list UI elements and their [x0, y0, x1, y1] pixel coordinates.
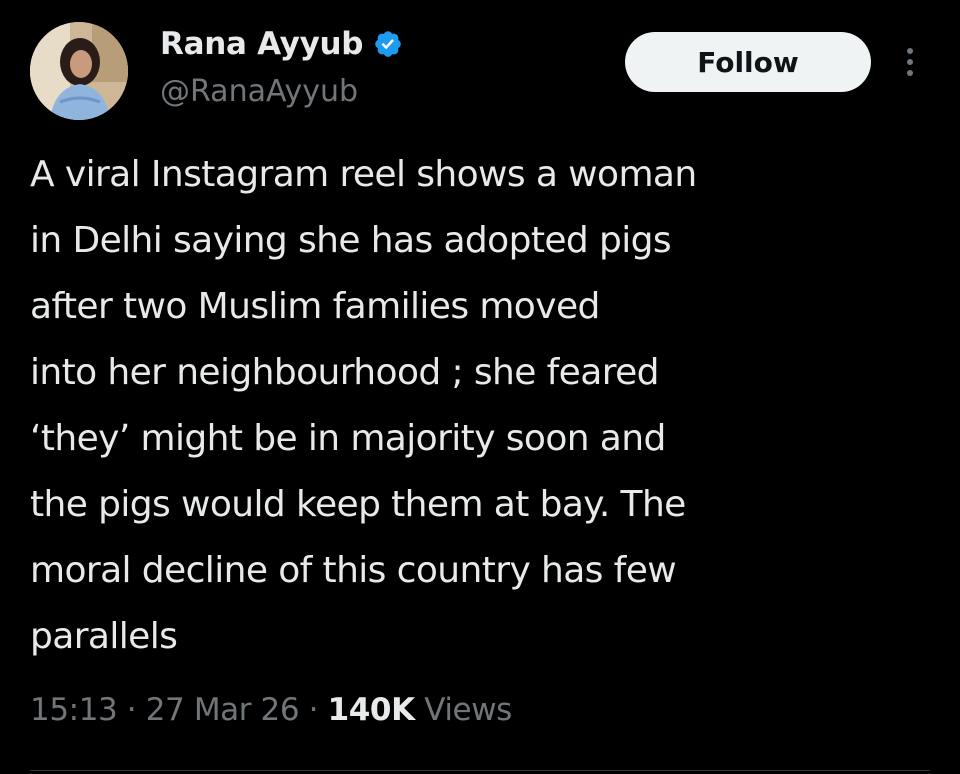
views-label: Views [424, 692, 512, 728]
author-handle[interactable]: @RanaAyyub [160, 74, 358, 109]
meta-separator: · [117, 692, 146, 728]
more-vertical-icon[interactable] [898, 44, 922, 80]
tweet-text: A viral Instagram reel shows a woman in … [30, 142, 920, 670]
verified-badge-icon [373, 29, 403, 59]
tweet-card: Rana Ayyub @RanaAyyub Follow A viral Ins… [0, 0, 960, 774]
tweet-text-line: in Delhi saying she has adopted pigs [30, 220, 672, 261]
author-name-row: Rana Ayyub [160, 24, 403, 64]
tweet-date[interactable]: 27 Mar 26 [146, 692, 300, 728]
tweet-text-line: the pigs would keep them at bay. The [30, 484, 686, 525]
divider [30, 770, 930, 771]
tweet-text-line: after two Muslim families moved [30, 286, 600, 327]
tweet-time[interactable]: 15:13 [30, 692, 118, 728]
author-display-name[interactable]: Rana Ayyub [160, 26, 363, 62]
tweet-text-line: A viral Instagram reel shows a woman [30, 154, 697, 195]
follow-button[interactable]: Follow [625, 32, 871, 92]
tweet-text-line: ‘they’ might be in majority soon and [30, 418, 666, 459]
tweet-text-line: moral decline of this country has few [30, 550, 677, 591]
tweet-meta: 15:13 · 27 Mar 26 · 140K Views [30, 692, 512, 728]
meta-separator: · [299, 692, 328, 728]
views-count: 140K [327, 692, 416, 728]
tweet-text-line: into her neighbourhood ; she feared [30, 352, 660, 393]
avatar[interactable] [30, 22, 128, 120]
tweet-text-line: parallels [30, 616, 178, 657]
